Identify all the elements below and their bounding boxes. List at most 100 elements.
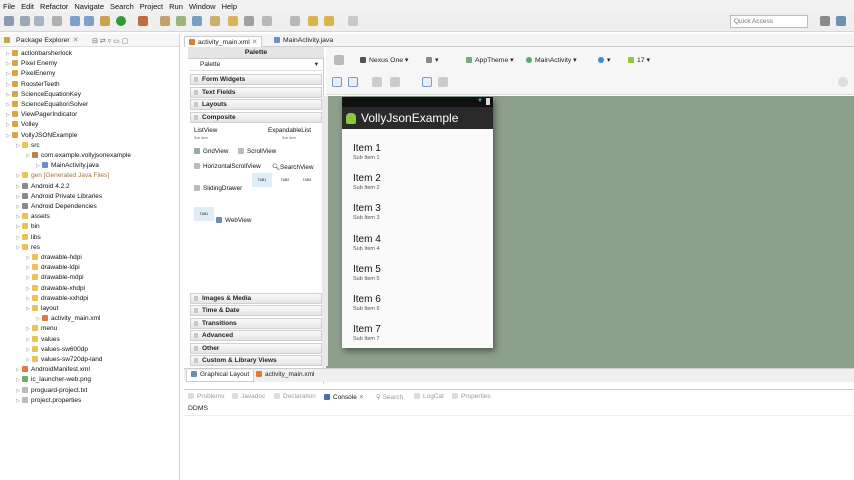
palette-cat-other[interactable]: Other xyxy=(190,343,322,354)
open-type-icon[interactable] xyxy=(210,16,220,26)
tree-item[interactable]: ▷ VollyJSONExample xyxy=(6,131,77,141)
tree-item[interactable]: ▷ Android 4.2.2 xyxy=(16,182,70,192)
open-folder-icon[interactable] xyxy=(228,16,238,26)
palette-cat-composite[interactable]: Composite xyxy=(190,112,322,123)
tree-item[interactable]: ▷ gen [Generated Java Files] xyxy=(16,171,109,181)
tree-item[interactable]: ▷ src xyxy=(16,141,40,151)
preview-item-title[interactable]: Item 4 xyxy=(353,234,381,245)
tree-item[interactable]: ▷ Android Private Libraries xyxy=(16,192,102,202)
new-package-icon[interactable] xyxy=(176,16,186,26)
tab-activity-main-xml[interactable]: activity_main.xml ✕ xyxy=(184,36,263,47)
tab-declaration[interactable]: Declaration xyxy=(274,393,316,400)
menu-file[interactable]: File xyxy=(0,2,18,11)
activity-dropdown[interactable]: MainActivity ▾ xyxy=(526,56,577,64)
tab-javadoc[interactable]: Javadoc xyxy=(232,393,265,400)
palette-cat-images-media[interactable]: Images & Media xyxy=(190,293,322,304)
tree-item[interactable]: ▷ libs xyxy=(16,233,41,243)
menu-search[interactable]: Search xyxy=(107,2,137,11)
tree-item[interactable]: ▷ assets xyxy=(16,212,50,222)
palette-listview[interactable]: ListView xyxy=(194,127,217,134)
package-explorer-tab[interactable]: Package Explorer ✕ xyxy=(0,34,179,47)
tree-item[interactable]: ▷ Android Dependencies xyxy=(16,202,97,212)
view-toolbar-icons[interactable]: ⊟ ⇄ ▿ ▭ ▢ xyxy=(92,37,128,45)
tree-item[interactable]: ▷ RoosterTeeth xyxy=(6,80,60,90)
preview-item-title[interactable]: Item 2 xyxy=(353,173,381,184)
preview-item-title[interactable]: Item 6 xyxy=(353,294,381,305)
palette-slidingdrawer[interactable]: SlidingDrawer xyxy=(194,185,242,192)
palette-gridview[interactable]: GridView xyxy=(194,148,228,155)
zoom-icon[interactable] xyxy=(838,77,848,87)
tree-item[interactable]: ▷ menu xyxy=(26,324,57,334)
palette-tabwidget[interactable]: TAB1 xyxy=(194,207,214,221)
preview-item-title[interactable]: Item 1 xyxy=(353,143,381,154)
palette-tabhost-tab1[interactable]: TAB1 xyxy=(252,173,272,187)
gravity-icon[interactable] xyxy=(390,77,400,87)
device-dropdown[interactable]: Nexus One ▾ xyxy=(360,56,408,64)
tree-item[interactable]: ▷ ScienceEquationKey xyxy=(6,90,81,100)
tab-xml-source[interactable]: activity_main.xml xyxy=(256,371,314,378)
android-sdk-icon[interactable] xyxy=(70,16,80,26)
theme-dropdown[interactable]: AppTheme ▾ xyxy=(466,56,514,64)
tree-item[interactable]: ▷ values-sw720dp-land xyxy=(26,355,102,365)
tree-item[interactable]: ▷ drawable-mdpi xyxy=(26,273,84,283)
layout-height-icon[interactable] xyxy=(348,77,358,87)
palette-scrollview[interactable]: ScrollView xyxy=(238,148,276,155)
orientation-dropdown[interactable]: ▾ xyxy=(426,56,438,64)
annotation-icon[interactable] xyxy=(262,16,272,26)
palette-scrollbar[interactable] xyxy=(322,96,328,366)
tab-graphical-layout[interactable]: Graphical Layout xyxy=(186,370,255,382)
palette-horizontal-scrollview[interactable]: HorizontalScrollView xyxy=(194,163,261,170)
layout-width-icon[interactable] xyxy=(332,77,342,87)
tree-item[interactable]: ▷ proguard-project.txt xyxy=(16,386,87,396)
close-icon[interactable]: ✕ xyxy=(73,36,79,44)
tree-item[interactable]: ▷ layout xyxy=(26,304,58,314)
palette-expandablelist[interactable]: ExpandableList xyxy=(268,127,311,134)
tab-logcat[interactable]: LogCat xyxy=(414,393,444,400)
close-icon[interactable]: ✕ xyxy=(359,394,364,401)
save-icon[interactable] xyxy=(20,16,30,26)
palette-cat-transitions[interactable]: Transitions xyxy=(190,318,322,329)
palette-cat-layouts[interactable]: Layouts xyxy=(190,99,322,110)
preview-item-title[interactable]: Item 5 xyxy=(353,264,381,275)
tree-item[interactable]: ▷ MainActivity.java xyxy=(36,161,99,171)
tree-item[interactable]: ▷ AndroidManifest.xml xyxy=(16,365,90,375)
tree-item[interactable]: ▷ bin xyxy=(16,222,40,232)
tree-item[interactable]: ▷ project.properties xyxy=(16,396,81,406)
menu-window[interactable]: Window xyxy=(186,2,219,11)
external-tools-icon[interactable] xyxy=(138,16,148,26)
tree-item[interactable]: ▷ drawable-xxhdpi xyxy=(26,294,88,304)
api-level-dropdown[interactable]: 17 ▾ xyxy=(628,56,650,64)
tab-main-activity-java[interactable]: MainActivity.java xyxy=(270,36,337,47)
save-all-icon[interactable] xyxy=(34,16,44,26)
java-perspective-icon[interactable] xyxy=(836,16,846,26)
palette-webview[interactable]: WebView xyxy=(216,217,251,224)
palette-cat-time-date[interactable]: Time & Date xyxy=(190,305,322,316)
tab-search[interactable]: ⚲ Search xyxy=(376,393,403,401)
menu-navigate[interactable]: Navigate xyxy=(71,2,107,11)
palette-cat-text-fields[interactable]: Text Fields xyxy=(190,87,322,98)
menu-edit[interactable]: Edit xyxy=(18,2,37,11)
preview-item-title[interactable]: Item 3 xyxy=(353,203,381,214)
new-java-project-icon[interactable] xyxy=(160,16,170,26)
next-annotation-icon[interactable] xyxy=(290,16,300,26)
debug-icon[interactable] xyxy=(100,16,110,26)
menu-refactor[interactable]: Refactor xyxy=(37,2,71,11)
new-icon[interactable] xyxy=(4,16,14,26)
back-icon[interactable] xyxy=(308,16,318,26)
tree-item[interactable]: ▷ ic_launcher-web.png xyxy=(16,375,91,385)
open-perspective-icon[interactable] xyxy=(820,16,830,26)
tree-item[interactable]: ▷ Pixel Enemy xyxy=(6,59,57,69)
tree-item[interactable]: ▷ com.example.vollyjsonexample xyxy=(26,151,131,161)
new-class-icon[interactable] xyxy=(192,16,202,26)
palette-dropdown[interactable]: Palette ▾ xyxy=(190,59,322,71)
tree-item[interactable]: ▷ activity_main.xml xyxy=(36,314,100,324)
palette-cat-advanced[interactable]: Advanced xyxy=(190,330,322,341)
menu-run[interactable]: Run xyxy=(166,2,186,11)
palette-searchview[interactable]: 🔍︎SearchView xyxy=(272,163,314,171)
tree-item[interactable]: ▷ drawable-xhdpi xyxy=(26,284,85,294)
distribute-icon[interactable] xyxy=(438,77,448,87)
margins-icon[interactable] xyxy=(372,77,382,87)
tree-item[interactable]: ▷ ScienceEquationSolver xyxy=(6,100,88,110)
close-icon[interactable]: ✕ xyxy=(252,39,258,46)
preview-item-title[interactable]: Item 7 xyxy=(353,324,381,335)
